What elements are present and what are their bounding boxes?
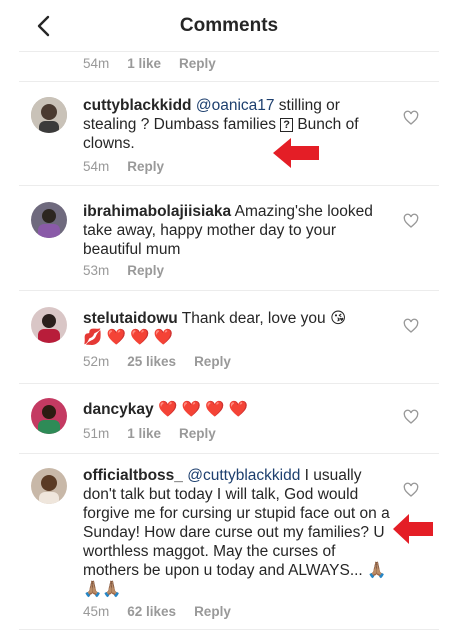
comment-body: Thank dear, love you 😘 (177, 310, 347, 327)
header-bar: Comments (19, 0, 439, 52)
comment-time: 51m (83, 426, 110, 441)
avatar[interactable] (31, 398, 67, 434)
comment-time: 45m (83, 604, 110, 619)
comment-likes[interactable]: 25 likes (127, 354, 176, 369)
avatar-image (31, 468, 67, 504)
reply-button[interactable]: Reply (194, 354, 231, 369)
heart-outline-icon[interactable] (403, 213, 419, 229)
comment-likes[interactable]: 1 like (127, 56, 161, 71)
comment-item: cuttyblackkidd @oanica17 stilling or ste… (19, 83, 439, 186)
previous-comment-meta: 54m 1 like Reply (19, 52, 439, 82)
comment-meta: 45m 62 likes Reply (83, 604, 231, 619)
reply-button[interactable]: Reply (127, 159, 164, 174)
unknown-glyph-box: ? (280, 118, 294, 132)
comment-text: officialtboss_ @cuttyblackkidd I usually… (83, 466, 395, 599)
comment-emojis: 💋 ❤️ ❤️ ❤️ (83, 329, 174, 346)
comment-mention[interactable]: @oanica17 (196, 97, 275, 114)
avatar[interactable] (31, 97, 67, 133)
page-title: Comments (179, 14, 279, 36)
heart-outline-icon[interactable] (403, 318, 419, 334)
comment-item: officialtboss_ @cuttyblackkidd I usually… (19, 454, 439, 630)
red-arrow-icon (393, 514, 433, 544)
red-arrow-icon (273, 138, 319, 168)
comment-time: 54m (83, 159, 110, 174)
comment-item: dancykay ❤️ ❤️ ❤️ ❤️ 51m 1 like Reply (19, 384, 439, 454)
comment-likes[interactable]: 1 like (127, 426, 161, 441)
comment-username[interactable]: stelutaidowu (83, 310, 178, 327)
chevron-left-icon[interactable] (33, 14, 57, 38)
comment-time: 53m (83, 263, 110, 278)
heart-outline-icon[interactable] (403, 409, 419, 425)
comment-meta: 54m Reply (83, 159, 164, 174)
avatar-image (31, 307, 67, 343)
comment-text: ibrahimabolajiisiaka Amazing'she looked … (83, 202, 395, 259)
comment-item: ibrahimabolajiisiaka Amazing'she looked … (19, 186, 439, 291)
comment-username[interactable]: cuttyblackkidd (83, 97, 192, 114)
reply-button[interactable]: Reply (127, 263, 164, 278)
comment-item: stelutaidowu Thank dear, love you 😘 💋 ❤️… (19, 291, 439, 384)
avatar[interactable] (31, 307, 67, 343)
comment-meta: 51m 1 like Reply (83, 426, 216, 441)
avatar-image (31, 398, 67, 434)
reply-button[interactable]: Reply (179, 426, 216, 441)
comment-text: cuttyblackkidd @oanica17 stilling or ste… (83, 96, 395, 153)
comment-emojis: ❤️ ❤️ ❤️ ❤️ (153, 401, 249, 418)
comment-text: dancykay ❤️ ❤️ ❤️ ❤️ (83, 400, 395, 419)
comment-username[interactable]: dancykay (83, 401, 154, 418)
comment-meta: 52m 25 likes Reply (83, 354, 231, 369)
heart-outline-icon[interactable] (403, 482, 419, 498)
comment-meta: 54m 1 like Reply (83, 56, 216, 71)
heart-outline-icon[interactable] (403, 110, 419, 126)
avatar[interactable] (31, 468, 67, 504)
avatar[interactable] (31, 202, 67, 238)
comment-time: 54m (83, 56, 110, 71)
comment-meta: 53m Reply (83, 263, 164, 278)
reply-button[interactable]: Reply (179, 56, 216, 71)
comment-time: 52m (83, 354, 110, 369)
comment-mention[interactable]: @cuttyblackkidd (183, 467, 300, 484)
comment-likes[interactable]: 62 likes (127, 604, 176, 619)
comment-text: stelutaidowu Thank dear, love you 😘 💋 ❤️… (83, 309, 395, 347)
comments-screen: Comments 54m 1 like Reply cuttyblackkidd… (19, 0, 439, 640)
comment-body: I usually don't talk but today I will ta… (83, 467, 390, 598)
reply-button[interactable]: Reply (194, 604, 231, 619)
comment-username[interactable]: officialtboss_ (83, 467, 183, 484)
comment-username[interactable]: ibrahimabolajiisiaka (83, 203, 231, 220)
avatar-image (31, 202, 67, 238)
avatar-image (31, 97, 67, 133)
